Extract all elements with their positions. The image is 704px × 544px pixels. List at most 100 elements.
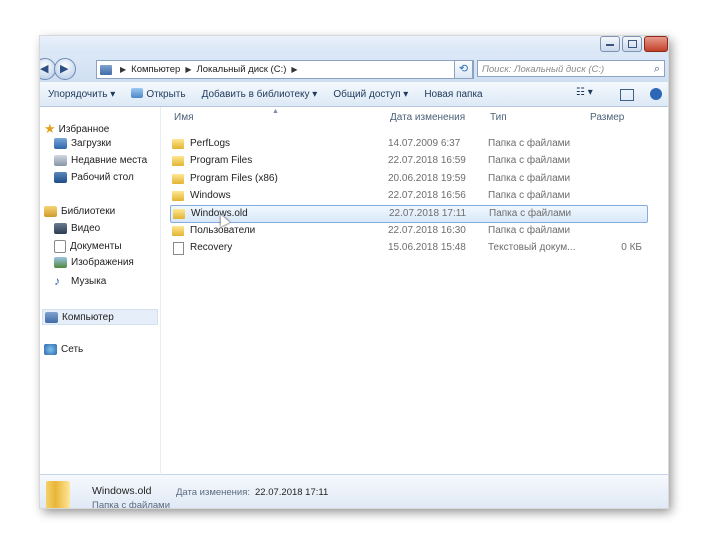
file-row[interactable]: Windows 22.07.2018 16:56 Папка с файлами [170,188,646,204]
column-size[interactable]: Размер [590,112,624,123]
nav-video[interactable]: Видео [54,223,100,234]
breadcrumb-separator-icon: ▶ [291,65,298,74]
file-type: Папка с файлами [489,208,572,219]
details-name: Windows.old [92,485,152,497]
file-row[interactable]: PerfLogs 14.07.2009 6:37 Папка с файлами [170,136,646,152]
music-icon: ♪ [54,274,60,288]
share-button[interactable]: Общий доступ ▾ [327,89,414,100]
downloads-icon [54,138,67,149]
nav-label: Компьютер [62,311,114,323]
nav-label: Избранное [58,123,110,135]
nav-label: Загрузки [71,138,112,149]
file-date: 22.07.2018 16:56 [388,190,466,201]
file-type: Папка с файлами [488,190,571,201]
breadcrumb-computer[interactable]: Компьютер [131,64,180,75]
search-icon[interactable]: ⌕ [654,61,660,78]
nav-recent-places[interactable]: Недавние места [54,155,147,166]
file-type: Папка с файлами [488,138,571,149]
file-name: Recovery [190,242,233,253]
title-bar [40,36,668,54]
search-input[interactable]: Поиск: Локальный диск (C:) ⌕ [477,60,665,77]
nav-documents[interactable]: Документы [54,240,122,253]
nav-desktop[interactable]: Рабочий стол [54,172,134,183]
nav-label: Изображения [71,257,134,268]
column-name[interactable]: Имя [174,112,193,123]
file-date: 22.07.2018 17:11 [389,208,467,219]
open-icon [131,88,144,98]
computer-icon [100,64,112,75]
nav-libraries[interactable]: Библиотеки [44,206,115,217]
close-button[interactable] [644,36,668,52]
file-date: 22.07.2018 16:59 [388,155,466,166]
details-date-label: Дата изменения: [176,487,251,498]
back-arrow-icon: ◀ [40,63,49,75]
file-date: 15.06.2018 15:48 [388,242,466,253]
open-label: Открыть [146,89,186,100]
nav-network[interactable]: Сеть [44,344,83,355]
file-name: Windows [190,190,231,201]
nav-downloads[interactable]: Загрузки [54,138,111,149]
file-date: 20.06.2018 19:59 [388,173,466,184]
breadcrumb-separator-icon: ▶ [185,65,192,74]
nav-computer[interactable]: Компьютер [42,309,158,325]
file-type: Папка с файлами [488,155,571,166]
file-name: Program Files [190,155,253,166]
file-row-selected[interactable]: Windows.old 22.07.2018 17:11 Папка с фай… [170,205,648,223]
breadcrumb-drive-c[interactable]: Локальный диск (C:) [196,64,286,75]
add-to-library-button[interactable]: Добавить в библиотеку ▾ [196,89,324,100]
organize-button[interactable]: Упорядочить ▾ [42,89,121,100]
folder-icon [172,139,184,149]
folder-icon [172,191,184,201]
column-type[interactable]: Тип [490,112,507,123]
open-button[interactable]: Открыть [125,88,191,100]
address-row: ◀ ▶ ▶ Компьютер ▶ Локальный диск (C:) ▶ … [40,54,668,82]
forward-arrow-icon: ▶ [60,63,69,75]
new-folder-button[interactable]: Новая папка [418,89,488,100]
file-name: Пользователи [190,225,256,236]
nav-label: Музыка [71,275,107,287]
help-icon[interactable] [650,88,662,100]
file-date: 14.07.2009 6:37 [388,138,461,149]
video-icon [54,223,67,234]
search-placeholder: Поиск: Локальный диск (C:) [482,64,605,75]
refresh-button[interactable]: ⟲ [454,60,473,79]
file-name: Program Files (x86) [190,173,278,184]
nav-favorites[interactable]: ★ Избранное [44,121,109,137]
command-bar: Упорядочить ▾ Открыть Добавить в библиот… [40,82,668,107]
file-type: Текстовый докум... [488,242,576,253]
file-row[interactable]: Program Files (x86) 20.06.2018 19:59 Пап… [170,171,646,187]
file-name: PerfLogs [190,138,231,149]
file-type: Папка с файлами [488,225,571,236]
computer-icon [45,311,58,323]
minimize-button[interactable] [600,36,620,52]
details-pane: Windows.old Дата изменения: 22.07.2018 1… [40,474,668,508]
column-headers: ▲ Имя Дата изменения Тип Размер [162,108,668,124]
address-bar[interactable]: ▶ Компьютер ▶ Локальный диск (C:) ▶ ▼ [96,60,474,79]
libraries-icon [44,206,57,217]
navigation-pane: ★ Избранное Загрузки Недавние места Рабо… [40,107,161,473]
view-options-icon[interactable]: ☷ ▾ [576,87,593,98]
file-row[interactable]: Recovery 15.06.2018 15:48 Текстовый доку… [170,240,646,256]
nav-label: Библиотеки [61,206,116,217]
details-type: Папка с файлами [92,500,171,508]
nav-music[interactable]: ♪ Музыка [54,274,106,288]
forward-button[interactable]: ▶ [54,58,76,80]
explorer-window: ◀ ▶ ▶ Компьютер ▶ Локальный диск (C:) ▶ … [40,36,668,508]
breadcrumb-separator-icon: ▶ [120,65,127,74]
nav-images[interactable]: Изображения [54,257,134,268]
file-type: Папка с файлами [488,173,571,184]
preview-pane-icon[interactable] [620,89,634,101]
details-date-value: 22.07.2018 17:11 [255,487,329,498]
documents-icon [54,240,66,253]
sort-ascending-icon: ▲ [272,108,279,115]
file-row[interactable]: Пользователи 22.07.2018 16:30 Папка с фа… [170,223,646,239]
minimize-icon [606,44,614,46]
file-size: 0 КБ [621,242,642,253]
file-row[interactable]: Program Files 22.07.2018 16:59 Папка с ф… [170,153,646,169]
maximize-button[interactable] [622,36,642,52]
nav-label: Видео [71,223,101,234]
folder-icon [173,209,185,219]
desktop-icon [54,172,67,183]
nav-label: Сеть [61,344,84,355]
column-date-modified[interactable]: Дата изменения [390,112,465,123]
